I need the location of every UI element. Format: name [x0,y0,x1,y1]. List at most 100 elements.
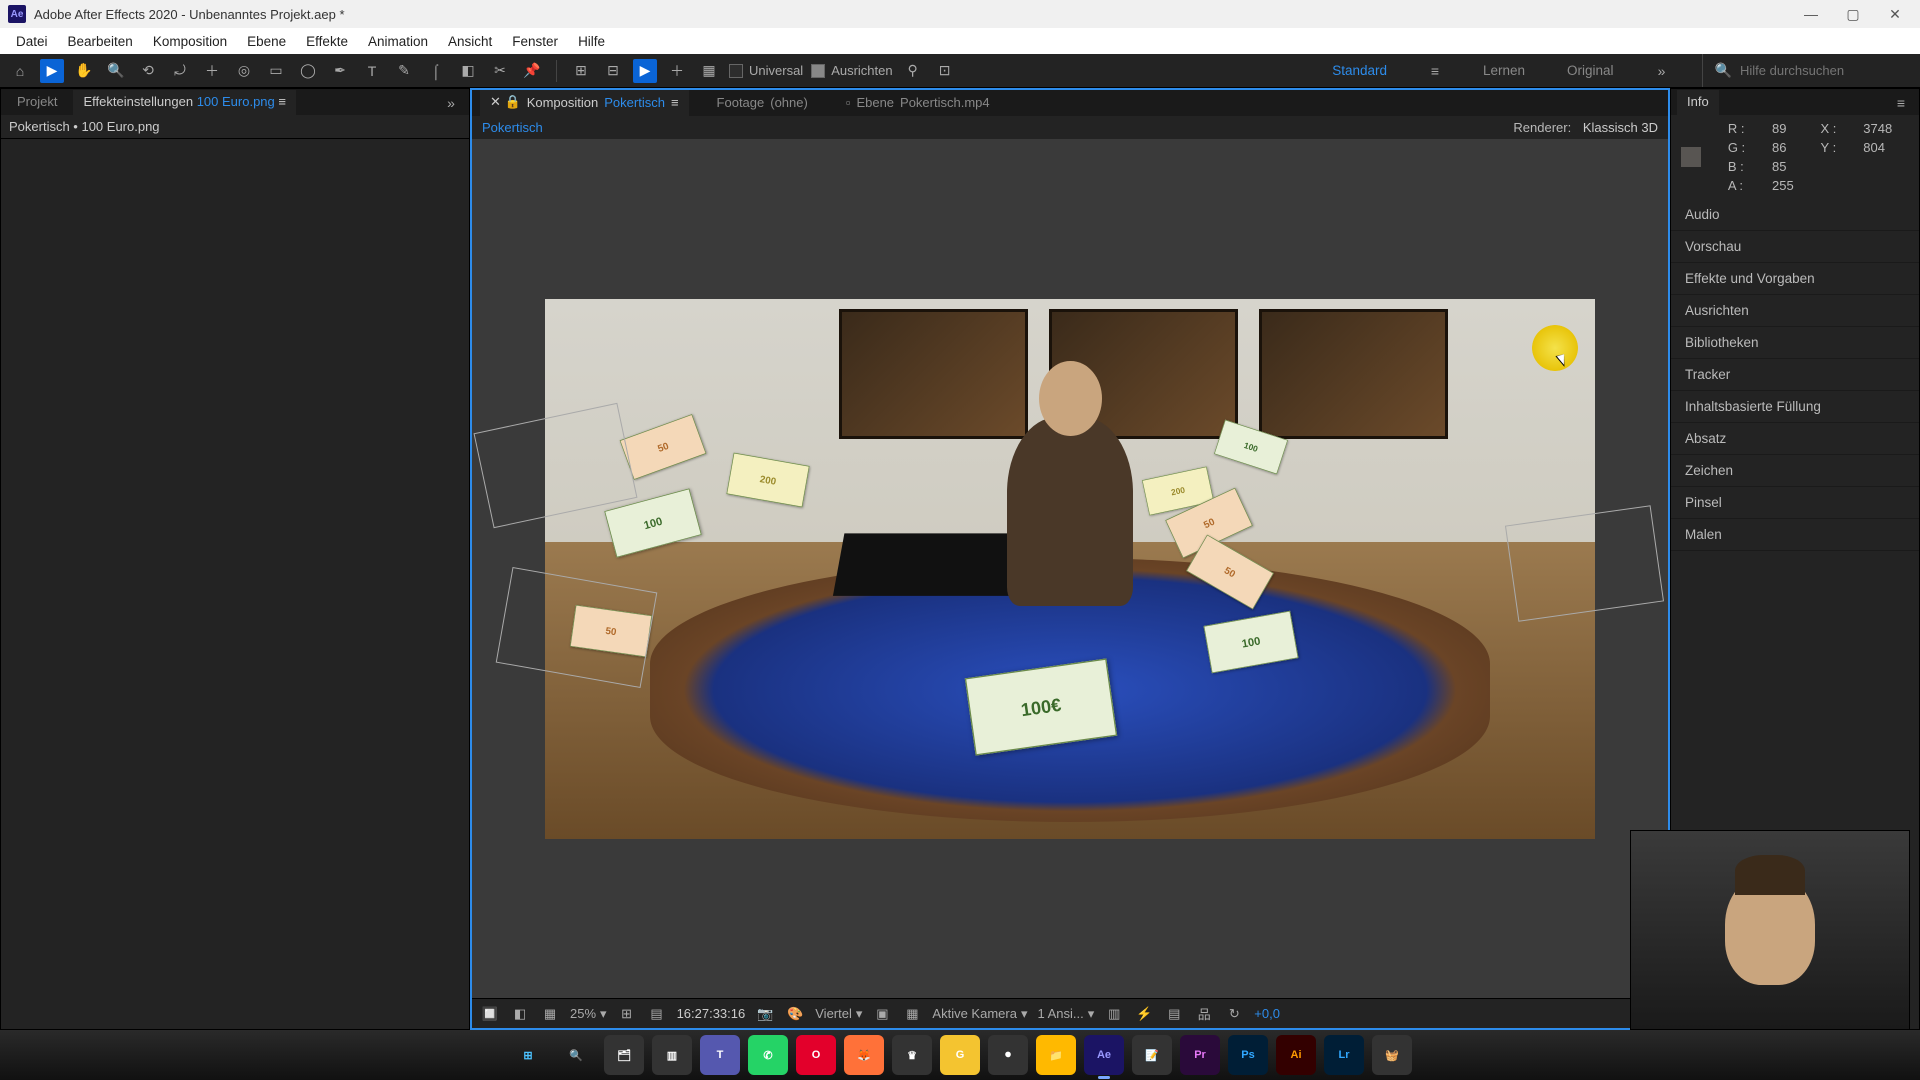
zoom-tool[interactable]: 🔍 [104,59,128,83]
local-axis-button[interactable]: ⊞ [569,59,593,83]
universal-toggle[interactable]: Universal [729,63,803,78]
exposure-value[interactable]: +0,0 [1254,1006,1280,1021]
camera-tool[interactable]: ＋ [200,59,224,83]
grid-button[interactable]: ▦ [697,59,721,83]
panel-overflow-button[interactable]: » [439,91,463,115]
align-checkbox[interactable] [811,64,825,78]
roi-icon[interactable]: ▣ [872,1004,892,1024]
world-axis-button[interactable]: ⊟ [601,59,625,83]
taskbar-photoshop[interactable]: Ps [1228,1035,1268,1075]
rotate-tool[interactable]: ⤾ [168,59,192,83]
eraser-tool[interactable]: ◧ [456,59,480,83]
taskbar-app[interactable]: ♛ [892,1035,932,1075]
panel-bibliotheken[interactable]: Bibliotheken [1671,327,1919,359]
taskbar-taskview[interactable]: ▥ [652,1035,692,1075]
resolution-dropdown[interactable]: Viertel ▾ [815,1006,862,1022]
taskbar-app[interactable]: 🧺 [1372,1035,1412,1075]
menu-bearbeiten[interactable]: Bearbeiten [58,34,143,49]
taskbar-opera[interactable]: O [796,1035,836,1075]
brush-tool[interactable]: ✎ [392,59,416,83]
rect-tool[interactable]: ▭ [264,59,288,83]
panel-zeichen[interactable]: Zeichen [1671,455,1919,487]
panel-audio[interactable]: Audio [1671,199,1919,231]
pan-behind-tool[interactable]: ◎ [232,59,256,83]
menu-ansicht[interactable]: Ansicht [438,34,502,49]
magnify-icon[interactable]: 🔲 [480,1004,500,1024]
snapshot-icon[interactable]: 📷 [755,1004,775,1024]
panel-ausrichten[interactable]: Ausrichten [1671,295,1919,327]
help-search[interactable]: 🔍 [1702,54,1912,87]
taskbar-files[interactable]: 📁 [1036,1035,1076,1075]
panel-tracker[interactable]: Tracker [1671,359,1919,391]
maximize-button[interactable]: ▢ [1844,5,1862,23]
color-mgmt-icon[interactable]: 🎨 [785,1004,805,1024]
workspace-standard[interactable]: Standard [1326,59,1393,82]
taskbar-teams[interactable]: T [700,1035,740,1075]
view-axis-button[interactable]: ▶ [633,59,657,83]
viewer-timecode[interactable]: 16:27:33:16 [677,1006,746,1021]
taskbar-whatsapp[interactable]: ✆ [748,1035,788,1075]
workspace-lernen[interactable]: Lernen [1477,59,1531,82]
new-button[interactable]: ＋ [665,59,689,83]
menu-effekte[interactable]: Effekte [296,34,358,49]
taskbar-explorer[interactable]: 🗂 [604,1035,644,1075]
safe-zones-icon[interactable]: ⊞ [617,1004,637,1024]
taskbar-lightroom[interactable]: Lr [1324,1035,1364,1075]
universal-checkbox[interactable] [729,64,743,78]
pen-tool[interactable]: ✒ [328,59,352,83]
menu-komposition[interactable]: Komposition [143,34,237,49]
flowchart-icon[interactable]: 品 [1194,1004,1214,1024]
taskbar-app[interactable]: G [940,1035,980,1075]
zoom-dropdown[interactable]: 25% ▾ [570,1006,607,1022]
align-toggle[interactable]: Ausrichten [811,63,892,78]
menu-animation[interactable]: Animation [358,34,438,49]
grid-icon[interactable]: ▤ [647,1004,667,1024]
menu-datei[interactable]: Datei [6,34,58,49]
proportional-button[interactable]: ⊡ [933,59,957,83]
info-panel-menu[interactable]: ≡ [1889,91,1913,115]
taskbar-search[interactable]: 🔍 [556,1035,596,1075]
reset-exposure-icon[interactable]: ↻ [1224,1004,1244,1024]
comp-breadcrumb[interactable]: Pokertisch [482,120,543,135]
camera-dropdown[interactable]: Aktive Kamera ▾ [932,1006,1027,1022]
comp-tab-footage[interactable]: Footage (ohne) [707,91,818,116]
tab-effekteinstellungen[interactable]: Effekteinstellungen 100 Euro.png ≡ [73,90,296,115]
tab-info[interactable]: Info [1677,90,1719,115]
composition-viewer[interactable]: Aktive Kamera 100€ 50 200 100 50 200 100… [472,139,1668,998]
panel-effekte-vorgaben[interactable]: Effekte und Vorgaben [1671,263,1919,295]
taskbar-premiere[interactable]: Pr [1180,1035,1220,1075]
home-button[interactable]: ⌂ [8,59,32,83]
puppet-tool[interactable]: 📌 [520,59,544,83]
workspace-menu-icon[interactable]: ≡ [1423,59,1447,83]
panel-vorschau[interactable]: Vorschau [1671,231,1919,263]
help-search-input[interactable] [1740,63,1900,78]
comp-tab-komposition[interactable]: ✕ 🔒 Komposition Pokertisch ≡ [480,90,689,116]
menu-hilfe[interactable]: Hilfe [568,34,615,49]
panel-inhaltsbasierte-fuellung[interactable]: Inhaltsbasierte Füllung [1671,391,1919,423]
tab-projekt[interactable]: Projekt [7,90,67,115]
snap-options-button[interactable]: ⚲ [901,59,925,83]
ellipse-tool[interactable]: ◯ [296,59,320,83]
taskbar-aftereffects[interactable]: Ae [1084,1035,1124,1075]
transparency-icon[interactable]: ▦ [902,1004,922,1024]
taskbar-illustrator[interactable]: Ai [1276,1035,1316,1075]
clone-tool[interactable]: ⌠ [424,59,448,83]
taskbar-firefox[interactable]: 🦊 [844,1035,884,1075]
taskbar-obs[interactable]: ⏺ [988,1035,1028,1075]
type-tool[interactable]: T [360,59,384,83]
pixel-aspect-icon[interactable]: ▥ [1104,1004,1124,1024]
panel-malen[interactable]: Malen [1671,519,1919,551]
hand-tool[interactable]: ✋ [72,59,96,83]
menu-fenster[interactable]: Fenster [502,34,568,49]
workspace-original[interactable]: Original [1561,59,1620,82]
comp-tab-ebene[interactable]: ▫ Ebene Pokertisch.mp4 [836,91,1000,116]
selection-tool[interactable]: ▶ [40,59,64,83]
panel-absatz[interactable]: Absatz [1671,423,1919,455]
workspace-overflow-button[interactable]: » [1650,59,1674,83]
roto-tool[interactable]: ✂ [488,59,512,83]
close-button[interactable]: ✕ [1886,5,1904,23]
menu-ebene[interactable]: Ebene [237,34,296,49]
timeline-icon[interactable]: ▤ [1164,1004,1184,1024]
taskbar-notepad[interactable]: 📝 [1132,1035,1172,1075]
views-dropdown[interactable]: 1 Ansi... ▾ [1037,1006,1094,1022]
